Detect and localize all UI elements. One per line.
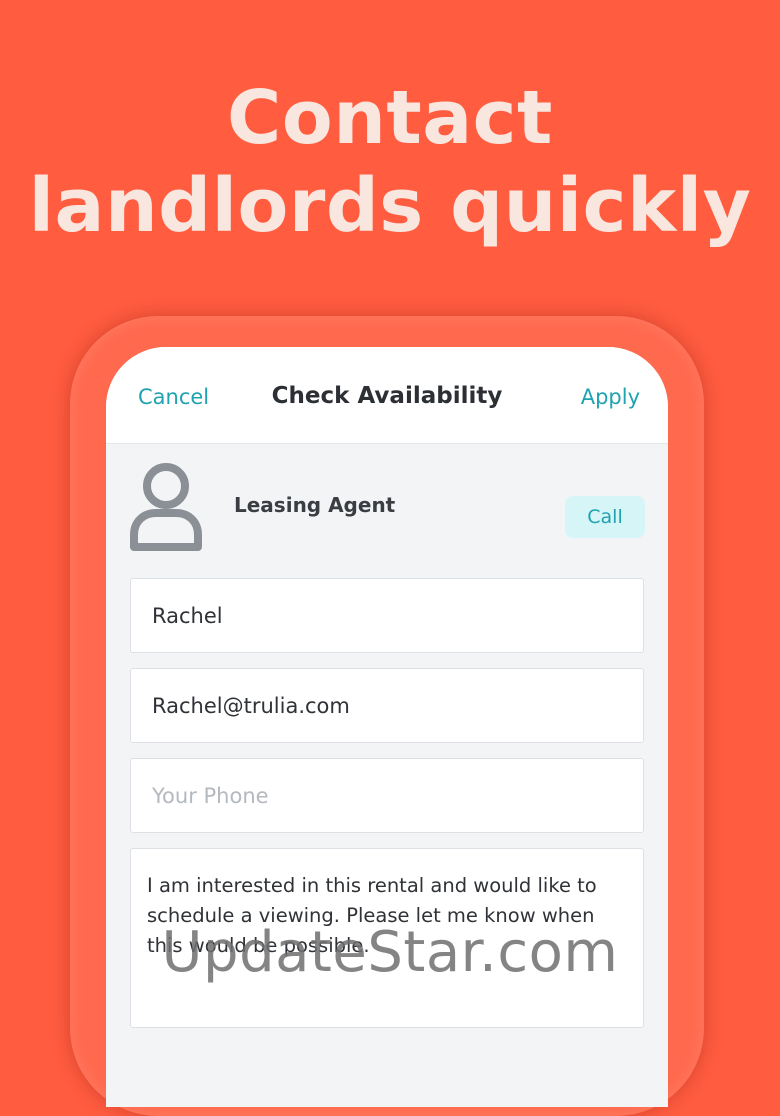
name-field[interactable]: Rachel: [130, 578, 644, 653]
app-screen: Cancel Check Availability Apply Leasing …: [106, 347, 668, 1107]
phone-field-placeholder: Your Phone: [152, 784, 269, 808]
person-icon: [130, 461, 202, 551]
call-button[interactable]: Call: [565, 496, 645, 538]
email-field-value: Rachel@trulia.com: [152, 694, 350, 718]
phone-field[interactable]: Your Phone: [130, 758, 644, 833]
name-field-value: Rachel: [152, 604, 223, 628]
agent-name: Leasing Agent: [234, 493, 396, 517]
email-field[interactable]: Rachel@trulia.com: [130, 668, 644, 743]
apply-button[interactable]: Apply: [581, 385, 640, 409]
headline-line-2: landlords quickly: [28, 163, 752, 249]
headline: Contact landlords quickly: [0, 74, 780, 250]
headline-line-1: Contact: [227, 75, 553, 161]
watermark: UpdateStar.com: [161, 920, 619, 985]
nav-bar: Cancel Check Availability Apply: [106, 347, 668, 444]
